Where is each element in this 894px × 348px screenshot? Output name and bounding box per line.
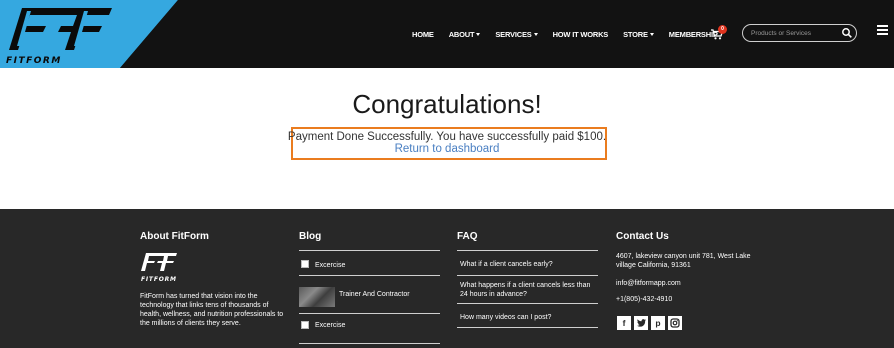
nav-store-label: STORE — [623, 29, 648, 39]
footer-about-heading: About FitForm — [140, 231, 209, 242]
pinterest-icon[interactable]: p — [651, 316, 665, 330]
divider — [299, 275, 440, 276]
svg-text:FITFORM: FITFORM — [141, 276, 177, 283]
nav-store[interactable]: STORE — [623, 30, 654, 39]
divider — [299, 313, 440, 314]
divider — [299, 343, 440, 344]
nav-home-label: HOME — [412, 29, 434, 39]
main-nav: HOME ABOUT SERVICES HOW IT WORKS STORE M… — [412, 0, 733, 68]
facebook-icon[interactable]: f — [617, 316, 631, 330]
blog-thumbnail — [301, 260, 309, 268]
page-title: Congratulations! — [352, 89, 542, 119]
contact-address: 4607, lakeview canyon unit 781, West Lak… — [616, 253, 751, 269]
blog-thumbnail — [299, 287, 335, 307]
nav-how-it-works-label: HOW IT WORKS — [552, 29, 609, 39]
divider — [299, 250, 440, 251]
divider — [457, 327, 598, 328]
site-header: FITFORM HOME ABOUT SERVICES HOW IT WORKS… — [0, 0, 894, 68]
contact-email[interactable]: info@fitformapp.com — [616, 279, 681, 288]
nav-about-label: ABOUT — [448, 29, 475, 39]
nav-services-label: SERVICES — [495, 29, 532, 39]
footer-blog-heading: Blog — [299, 231, 322, 242]
caret-down-icon — [649, 32, 654, 36]
search-icon[interactable] — [841, 27, 853, 39]
footer-about-text: FitForm has turned that vision into the … — [140, 293, 284, 327]
divider — [457, 250, 598, 251]
cart-count-badge: 0 — [718, 25, 727, 34]
divider — [457, 275, 598, 276]
nav-home[interactable]: HOME — [412, 30, 434, 39]
footer-logo: FITFORM — [141, 253, 177, 283]
blog-thumbnail — [301, 321, 309, 329]
blog-item-exercise[interactable]: Excercise — [315, 321, 345, 330]
blog-item-exercise[interactable]: Excercise — [315, 261, 345, 270]
nav-services[interactable]: SERVICES — [495, 29, 538, 39]
caret-down-icon — [476, 32, 481, 36]
site-footer: About FitForm FITFORM FitForm has turned… — [0, 209, 894, 348]
footer-faq-heading: FAQ — [457, 231, 478, 242]
svg-text:FITFORM: FITFORM — [6, 56, 62, 66]
faq-item[interactable]: How many videos can I post? — [460, 313, 595, 322]
instagram-icon[interactable] — [668, 316, 682, 330]
faq-item[interactable]: What if a client cancels early? — [460, 260, 595, 269]
hamburger-menu-icon[interactable] — [877, 25, 888, 37]
logo[interactable]: FITFORM — [0, 0, 178, 68]
return-to-dashboard-link[interactable]: Return to dashboard — [0, 143, 894, 155]
contact-phone[interactable]: +1(805)-432-4910 — [616, 295, 672, 304]
payment-success-message: Payment Done Successfully. You have succ… — [287, 131, 607, 143]
nav-about[interactable]: ABOUT — [449, 30, 481, 39]
blog-item-trainer-and-contractor[interactable]: Trainer And Contractor — [339, 290, 410, 299]
search-input[interactable] — [751, 28, 836, 39]
faq-item[interactable]: What happens if a client cancels less th… — [460, 281, 595, 299]
footer-contact-heading: Contact Us — [616, 231, 669, 242]
caret-down-icon — [533, 32, 538, 36]
divider — [457, 303, 598, 304]
fitform-logo-icon: FITFORM — [0, 0, 178, 68]
search-box — [742, 24, 857, 42]
nav-how-it-works[interactable]: HOW IT WORKS — [553, 30, 609, 39]
twitter-icon[interactable] — [634, 316, 648, 330]
